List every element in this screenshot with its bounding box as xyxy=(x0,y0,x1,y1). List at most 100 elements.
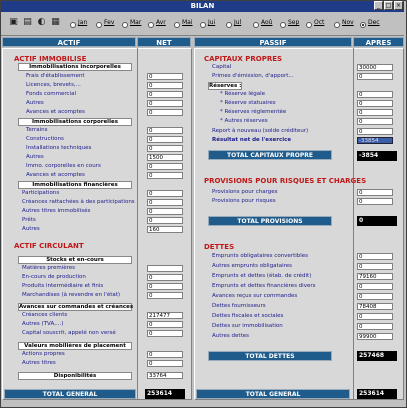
vmp-row-input[interactable]: 0 xyxy=(147,360,183,367)
fin-row-label: Créances rattachées à des participations xyxy=(22,199,135,205)
prov-row-label: Provisions pour charges xyxy=(212,189,278,195)
header-passif: PASSIF xyxy=(194,37,352,47)
corp-row-input[interactable]: 1500 xyxy=(147,154,183,161)
corp-row-input[interactable]: 0 xyxy=(147,163,183,170)
stock-row-input[interactable]: 0 xyxy=(147,274,183,281)
capitaux-propres-title: CAPITAUX PROPRES xyxy=(204,55,283,63)
fin-row-input[interactable]: 0 xyxy=(147,199,183,206)
preview-icon[interactable]: ◐ xyxy=(36,17,47,28)
dette-row-input[interactable]: 79160 xyxy=(357,273,393,280)
incorp-row-label: Licences, brevets,... xyxy=(26,82,81,88)
close-icon[interactable]: × xyxy=(394,1,403,10)
incorp-row-input[interactable]: 0 xyxy=(147,73,183,80)
month-radio-1[interactable] xyxy=(70,22,76,28)
incorp-row-input[interactable]: 0 xyxy=(147,82,183,89)
fin-row-input[interactable]: 0 xyxy=(147,208,183,215)
prov-row-input[interactable]: 0 xyxy=(357,198,393,205)
month-radio-8[interactable] xyxy=(253,22,259,28)
header-apres-repa: APRES REPA. xyxy=(353,37,404,57)
corp-row-label: Avances et acomptes xyxy=(26,172,85,178)
corp-row-input[interactable]: 0 xyxy=(147,145,183,152)
disponibilites-label: Disponibilités xyxy=(18,372,132,380)
export-icon[interactable]: ▦ xyxy=(50,17,61,28)
dette-row-input[interactable]: 78408 xyxy=(357,303,393,310)
corp-row-input[interactable]: 0 xyxy=(147,127,183,134)
month-radio-2[interactable] xyxy=(96,22,102,28)
cap-row-label: Capital xyxy=(212,64,232,70)
stock-row-input[interactable]: 0 xyxy=(147,283,183,290)
corp-row-input[interactable]: 0 xyxy=(147,172,183,179)
vmp-row-input[interactable]: 0 xyxy=(147,351,183,358)
incorp-row-input[interactable]: 0 xyxy=(147,91,183,98)
total-provisions-value: 0 xyxy=(357,216,397,226)
save-icon[interactable]: ▣ xyxy=(8,17,19,28)
resultat-input[interactable]: -33854 xyxy=(357,137,393,144)
fin-row-input[interactable]: 0 xyxy=(147,190,183,197)
cap-row-input[interactable]: 0 xyxy=(357,73,393,80)
month-radio-5[interactable] xyxy=(174,22,180,28)
incorp-row-label: Autres xyxy=(26,100,44,106)
incorp-row-label: Frais d'établissement xyxy=(26,73,85,79)
total-general-passif-value: 253614 xyxy=(357,389,397,399)
print-icon[interactable]: ▤ xyxy=(22,17,33,28)
report-input[interactable]: 0 xyxy=(357,128,393,135)
dette-row-label: Dettes fiscales et sociales xyxy=(212,313,284,319)
month-radio-11[interactable] xyxy=(334,22,340,28)
stock-row-input[interactable] xyxy=(147,265,183,272)
prov-row-input[interactable]: 0 xyxy=(357,189,393,196)
disponibilites-input[interactable]: 33764 xyxy=(147,372,183,379)
corp-row-label: Constructions xyxy=(26,136,64,142)
dette-row-input[interactable]: 0 xyxy=(357,253,393,260)
corp-row-input[interactable]: 0 xyxy=(147,136,183,143)
dette-row-input[interactable]: 0 xyxy=(357,283,393,290)
total-capitaux-value: -3854 xyxy=(357,151,397,161)
dettes-title: DETTES xyxy=(204,243,235,251)
month-radio-7[interactable] xyxy=(226,22,232,28)
reserve-row-label: * Réserve légale xyxy=(220,91,266,97)
reserve-row-input[interactable]: 0 xyxy=(357,91,393,98)
month-label-1: Jan xyxy=(78,19,88,26)
header-net: NET xyxy=(137,37,191,47)
reserve-row-input[interactable]: 0 xyxy=(357,109,393,116)
total-dettes-value: 257468 xyxy=(357,351,397,361)
maximize-button[interactable]: □ xyxy=(384,1,393,10)
dette-row-label: Autres emprunts obligataires xyxy=(212,263,292,269)
fin-row-input[interactable]: 0 xyxy=(147,217,183,224)
month-radio-10[interactable] xyxy=(306,22,312,28)
prov-row-label: Provisions pour risques xyxy=(212,198,276,204)
resultat-label: Résultat net de l'exercice xyxy=(212,137,292,143)
reserve-row-input[interactable]: 0 xyxy=(357,100,393,107)
month-radio-9[interactable] xyxy=(280,22,286,28)
corp-subtitle: Immobilisations corporelles xyxy=(18,118,132,126)
avance-row-label: Autres (TVA,...) xyxy=(22,321,64,327)
dette-row-input[interactable]: 0 xyxy=(357,323,393,330)
dette-row-input[interactable]: 0 xyxy=(357,263,393,270)
avance-row-input[interactable]: 217477 xyxy=(147,312,183,319)
month-label-6: Jui xyxy=(208,19,216,26)
cap-row-input[interactable]: 30000 xyxy=(357,64,393,71)
incorp-row-input[interactable]: 0 xyxy=(147,109,183,116)
corp-row-label: Terrains xyxy=(26,127,48,133)
dette-row-input[interactable]: 0 xyxy=(357,313,393,320)
stock-row-input[interactable]: 0 xyxy=(147,292,183,299)
avance-row-input[interactable]: 0 xyxy=(147,321,183,328)
incorp-subtitle: Immobilisations incorporelles xyxy=(18,63,132,71)
reserve-row-input[interactable]: 0 xyxy=(357,118,393,125)
minimize-button[interactable]: _ xyxy=(374,1,383,10)
dette-row-label: Dettes fournisseurs xyxy=(212,303,266,309)
reserves-label: Réserves : xyxy=(208,82,242,90)
incorp-row-input[interactable]: 0 xyxy=(147,100,183,107)
month-radio-6[interactable] xyxy=(200,22,206,28)
avance-row-label: Capital souscrit, appelé non versé xyxy=(22,330,116,336)
fin-row-input[interactable]: 160 xyxy=(147,226,183,233)
vmp-subtitle: Valeurs mobilières de placement xyxy=(18,342,132,350)
dette-row-input[interactable]: 99900 xyxy=(357,333,393,340)
avance-row-input[interactable]: 0 xyxy=(147,330,183,337)
corp-row-label: Installations techniques xyxy=(26,145,92,151)
dette-row-input[interactable]: 0 xyxy=(357,293,393,300)
month-radio-3[interactable] xyxy=(122,22,128,28)
month-radio-4[interactable] xyxy=(148,22,154,28)
actif-column-divider xyxy=(137,48,138,400)
avance-row-label: Créances clients xyxy=(22,312,68,318)
month-radio-12[interactable] xyxy=(360,22,366,28)
